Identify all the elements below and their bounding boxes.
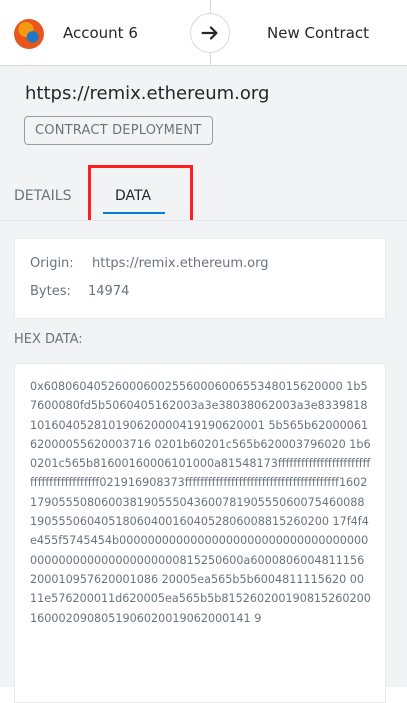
- info-card: Origin: https://remix.ethereum.org Bytes:…: [14, 238, 386, 319]
- account-avatar[interactable]: [14, 19, 44, 49]
- tab-bar: DETAILS DATA: [0, 175, 407, 220]
- origin-label: Origin:: [30, 256, 74, 271]
- bytes-label: Bytes:: [30, 284, 71, 299]
- contract-deployment-badge: CONTRACT DEPLOYMENT: [24, 116, 213, 145]
- bytes-value: 14974: [88, 284, 130, 299]
- origin-row: Origin: https://remix.ethereum.org: [30, 256, 269, 271]
- origin-url: https://remix.ethereum.org: [25, 83, 270, 104]
- hex-data-box[interactable]: 0x60806040526000600255600060065534801562…: [14, 363, 386, 703]
- data-tab-content: Origin: https://remix.ethereum.org Bytes:…: [0, 220, 407, 703]
- bytes-row: Bytes: 14974: [30, 284, 129, 299]
- arrow-button: [190, 13, 230, 53]
- arrow-right-icon: [201, 26, 218, 40]
- new-contract-label: New Contract: [267, 24, 370, 42]
- tab-details[interactable]: DETAILS: [14, 188, 71, 204]
- tab-data[interactable]: DATA: [115, 188, 151, 204]
- origin-value: https://remix.ethereum.org: [92, 256, 269, 271]
- origin-section: https://remix.ethereum.org CONTRACT DEPL…: [0, 66, 407, 175]
- active-tab-indicator: [103, 212, 165, 214]
- hex-data-label: HEX DATA:: [14, 332, 83, 347]
- hex-data-value: 0x60806040526000600255600060065534801562…: [30, 380, 371, 625]
- account-name[interactable]: Account 6: [63, 24, 138, 42]
- header: Account 6 New Contract: [0, 0, 407, 66]
